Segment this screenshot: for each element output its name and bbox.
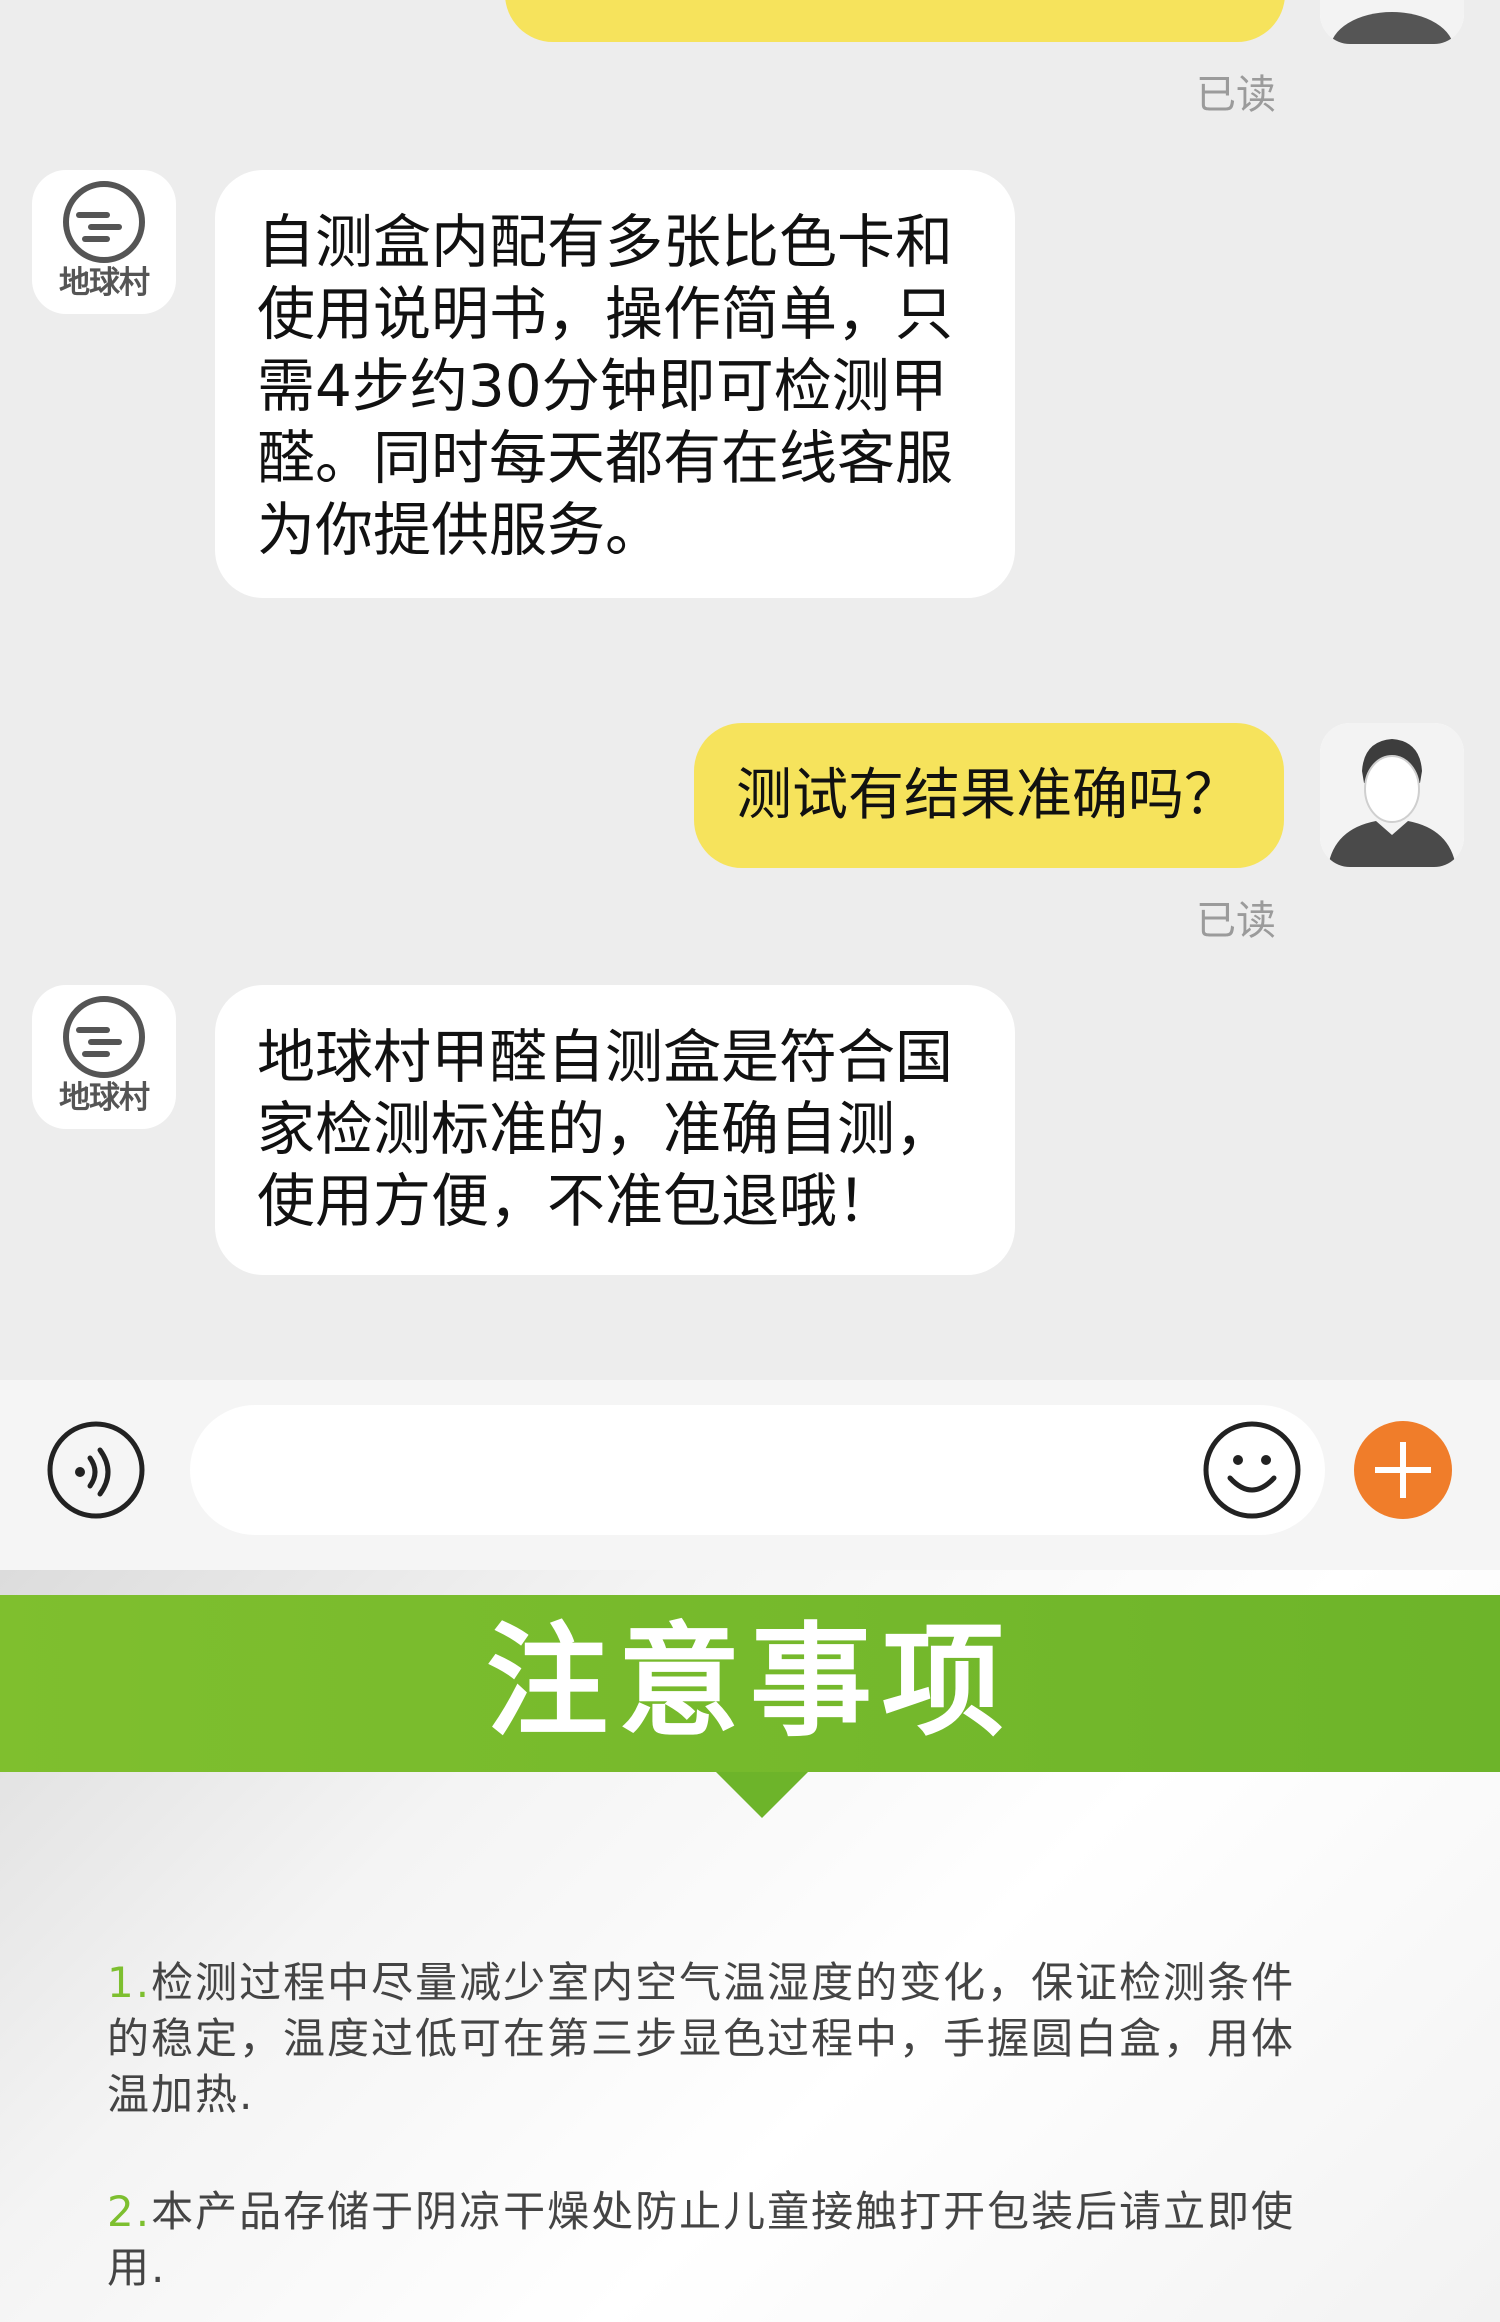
note-number: 1. xyxy=(107,1958,152,2007)
note-text: 用. xyxy=(107,2243,167,2292)
user-avatar[interactable] xyxy=(1320,0,1464,44)
note-number: 2. xyxy=(107,2187,152,2236)
message-line: 需4步约30分钟即可检测甲 xyxy=(257,352,948,420)
note-text: 的稳定，温度过低可在第三步显色过程中，手握圆白盒，用体 xyxy=(107,2014,1296,2063)
logo-text: 地球村 xyxy=(59,265,150,301)
note-text: 本产品存储于阴凉干燥处防止儿童接触打开包装后请立即使 xyxy=(151,2187,1296,2236)
chat-area: 已读 地球村 自测盒内配有多张比色卡和 使用说明书，操作简单，只 需4步约30分… xyxy=(0,0,1500,1380)
message-line: 使用说明书，操作简单，只 xyxy=(257,280,954,348)
emoji-icon xyxy=(1203,1421,1301,1519)
plus-icon xyxy=(1354,1421,1452,1519)
bot-avatar[interactable]: 地球村 xyxy=(32,170,176,314)
note-item: 2.本产品存储于阴凉干燥处防止儿童接触打开包装后请立即使 用. xyxy=(107,2184,1407,2296)
voice-button[interactable] xyxy=(46,1420,146,1520)
message-text: 测试有结果准确吗？ xyxy=(736,763,1240,828)
emoji-button[interactable] xyxy=(1202,1420,1302,1520)
notes-banner: 注意事项 xyxy=(0,1595,1500,1772)
voice-icon xyxy=(47,1421,145,1519)
bot-message-bubble[interactable]: 自测盒内配有多张比色卡和 使用说明书，操作简单，只 需4步约30分钟即可检测甲 … xyxy=(215,170,1015,598)
bot-message-bubble[interactable]: 地球村甲醛自测盒是符合国 家检测标准的，准确自测， 使用方便，不准包退哦！ xyxy=(215,985,1015,1275)
read-status: 已读 xyxy=(1196,898,1276,944)
bot-avatar[interactable]: 地球村 xyxy=(32,985,176,1129)
user-message-bubble[interactable]: 测试有结果准确吗？ xyxy=(694,723,1284,868)
user-avatar[interactable] xyxy=(1320,723,1464,867)
notes-title: 注意事项 xyxy=(486,1611,1014,1753)
message-line: 使用方便，不准包退哦！ xyxy=(257,1167,896,1235)
message-input[interactable] xyxy=(190,1405,1325,1535)
message-line: 家检测标准的，准确自测， xyxy=(257,1095,954,1163)
user-avatar-icon xyxy=(1320,723,1464,867)
user-message-bubble[interactable] xyxy=(505,0,1285,42)
user-avatar-icon xyxy=(1320,0,1464,44)
note-text: 检测过程中尽量减少室内空气温湿度的变化，保证检测条件 xyxy=(151,1958,1296,2007)
note-item: 1.检测过程中尽量减少室内空气温湿度的变化，保证检测条件 的稳定，温度过低可在第… xyxy=(107,1955,1407,2123)
input-bar xyxy=(0,1380,1500,1570)
message-line: 为你提供服务。 xyxy=(257,496,664,564)
notes-section: 注意事项 1.检测过程中尽量减少室内空气温湿度的变化，保证检测条件 的稳定，温度… xyxy=(0,1570,1500,2322)
note-text: 温加热. xyxy=(107,2070,255,2119)
read-status: 已读 xyxy=(1196,72,1276,118)
logo-text: 地球村 xyxy=(59,1080,150,1116)
plus-button[interactable] xyxy=(1353,1420,1453,1520)
message-line: 自测盒内配有多张比色卡和 xyxy=(257,208,954,276)
message-line: 醛。同时每天都有在线客服 xyxy=(257,424,954,492)
banner-pointer xyxy=(716,1772,808,1818)
message-line: 地球村甲醛自测盒是符合国 xyxy=(257,1023,954,1091)
